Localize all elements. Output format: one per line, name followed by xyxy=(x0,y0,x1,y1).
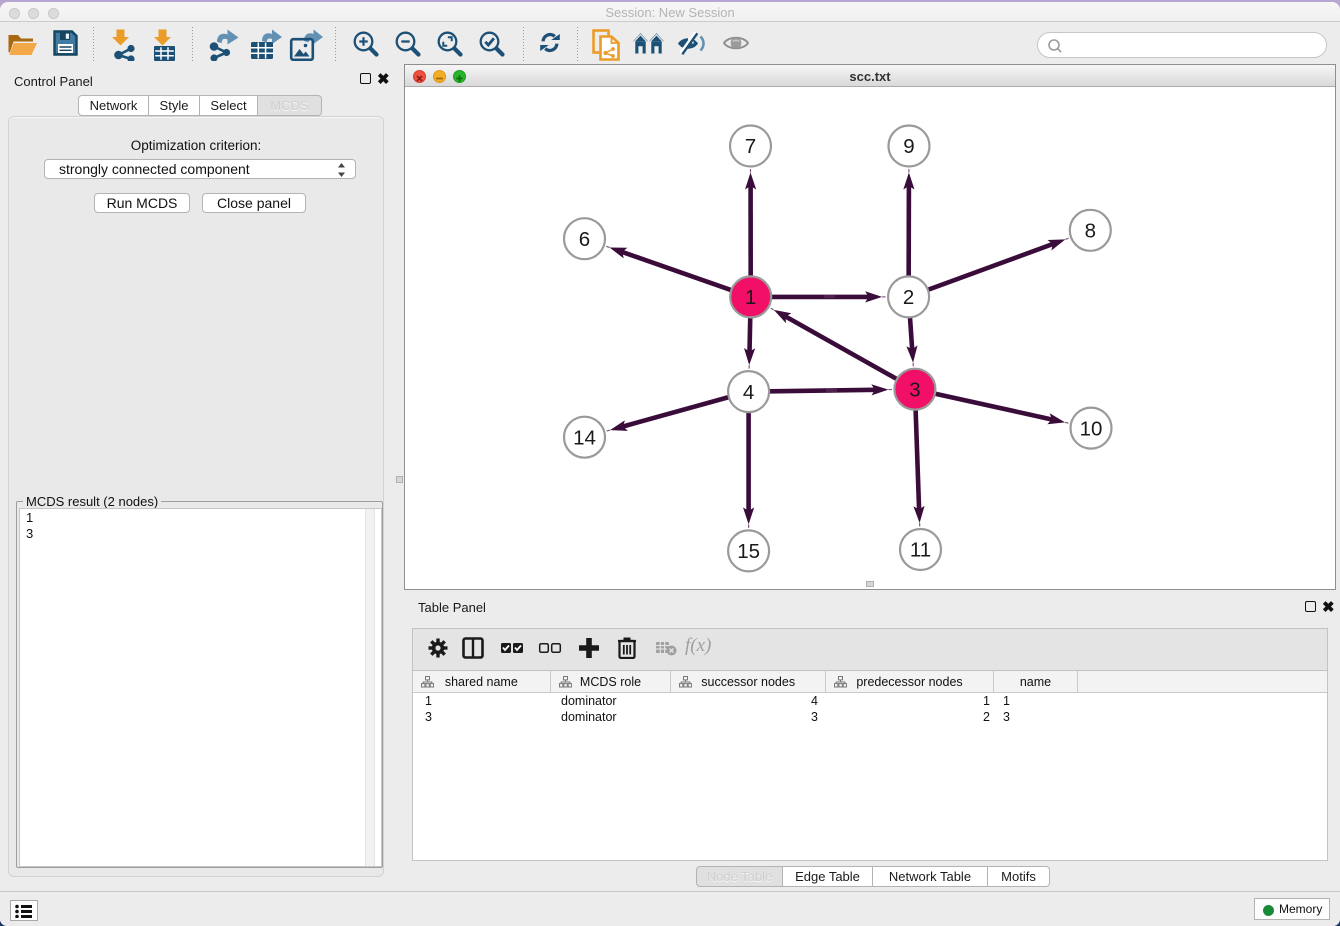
svg-text:15: 15 xyxy=(737,540,760,563)
svg-text:3: 3 xyxy=(909,378,920,401)
svg-text:9: 9 xyxy=(903,135,914,158)
svg-text:7: 7 xyxy=(745,135,756,158)
svg-text:8: 8 xyxy=(1085,220,1096,243)
svg-text:4: 4 xyxy=(743,381,754,404)
svg-text:10: 10 xyxy=(1080,417,1103,440)
svg-text:2: 2 xyxy=(903,286,914,309)
svg-text:14: 14 xyxy=(573,426,596,449)
svg-text:1: 1 xyxy=(745,286,756,309)
svg-text:6: 6 xyxy=(579,228,590,251)
svg-text:11: 11 xyxy=(910,539,931,562)
